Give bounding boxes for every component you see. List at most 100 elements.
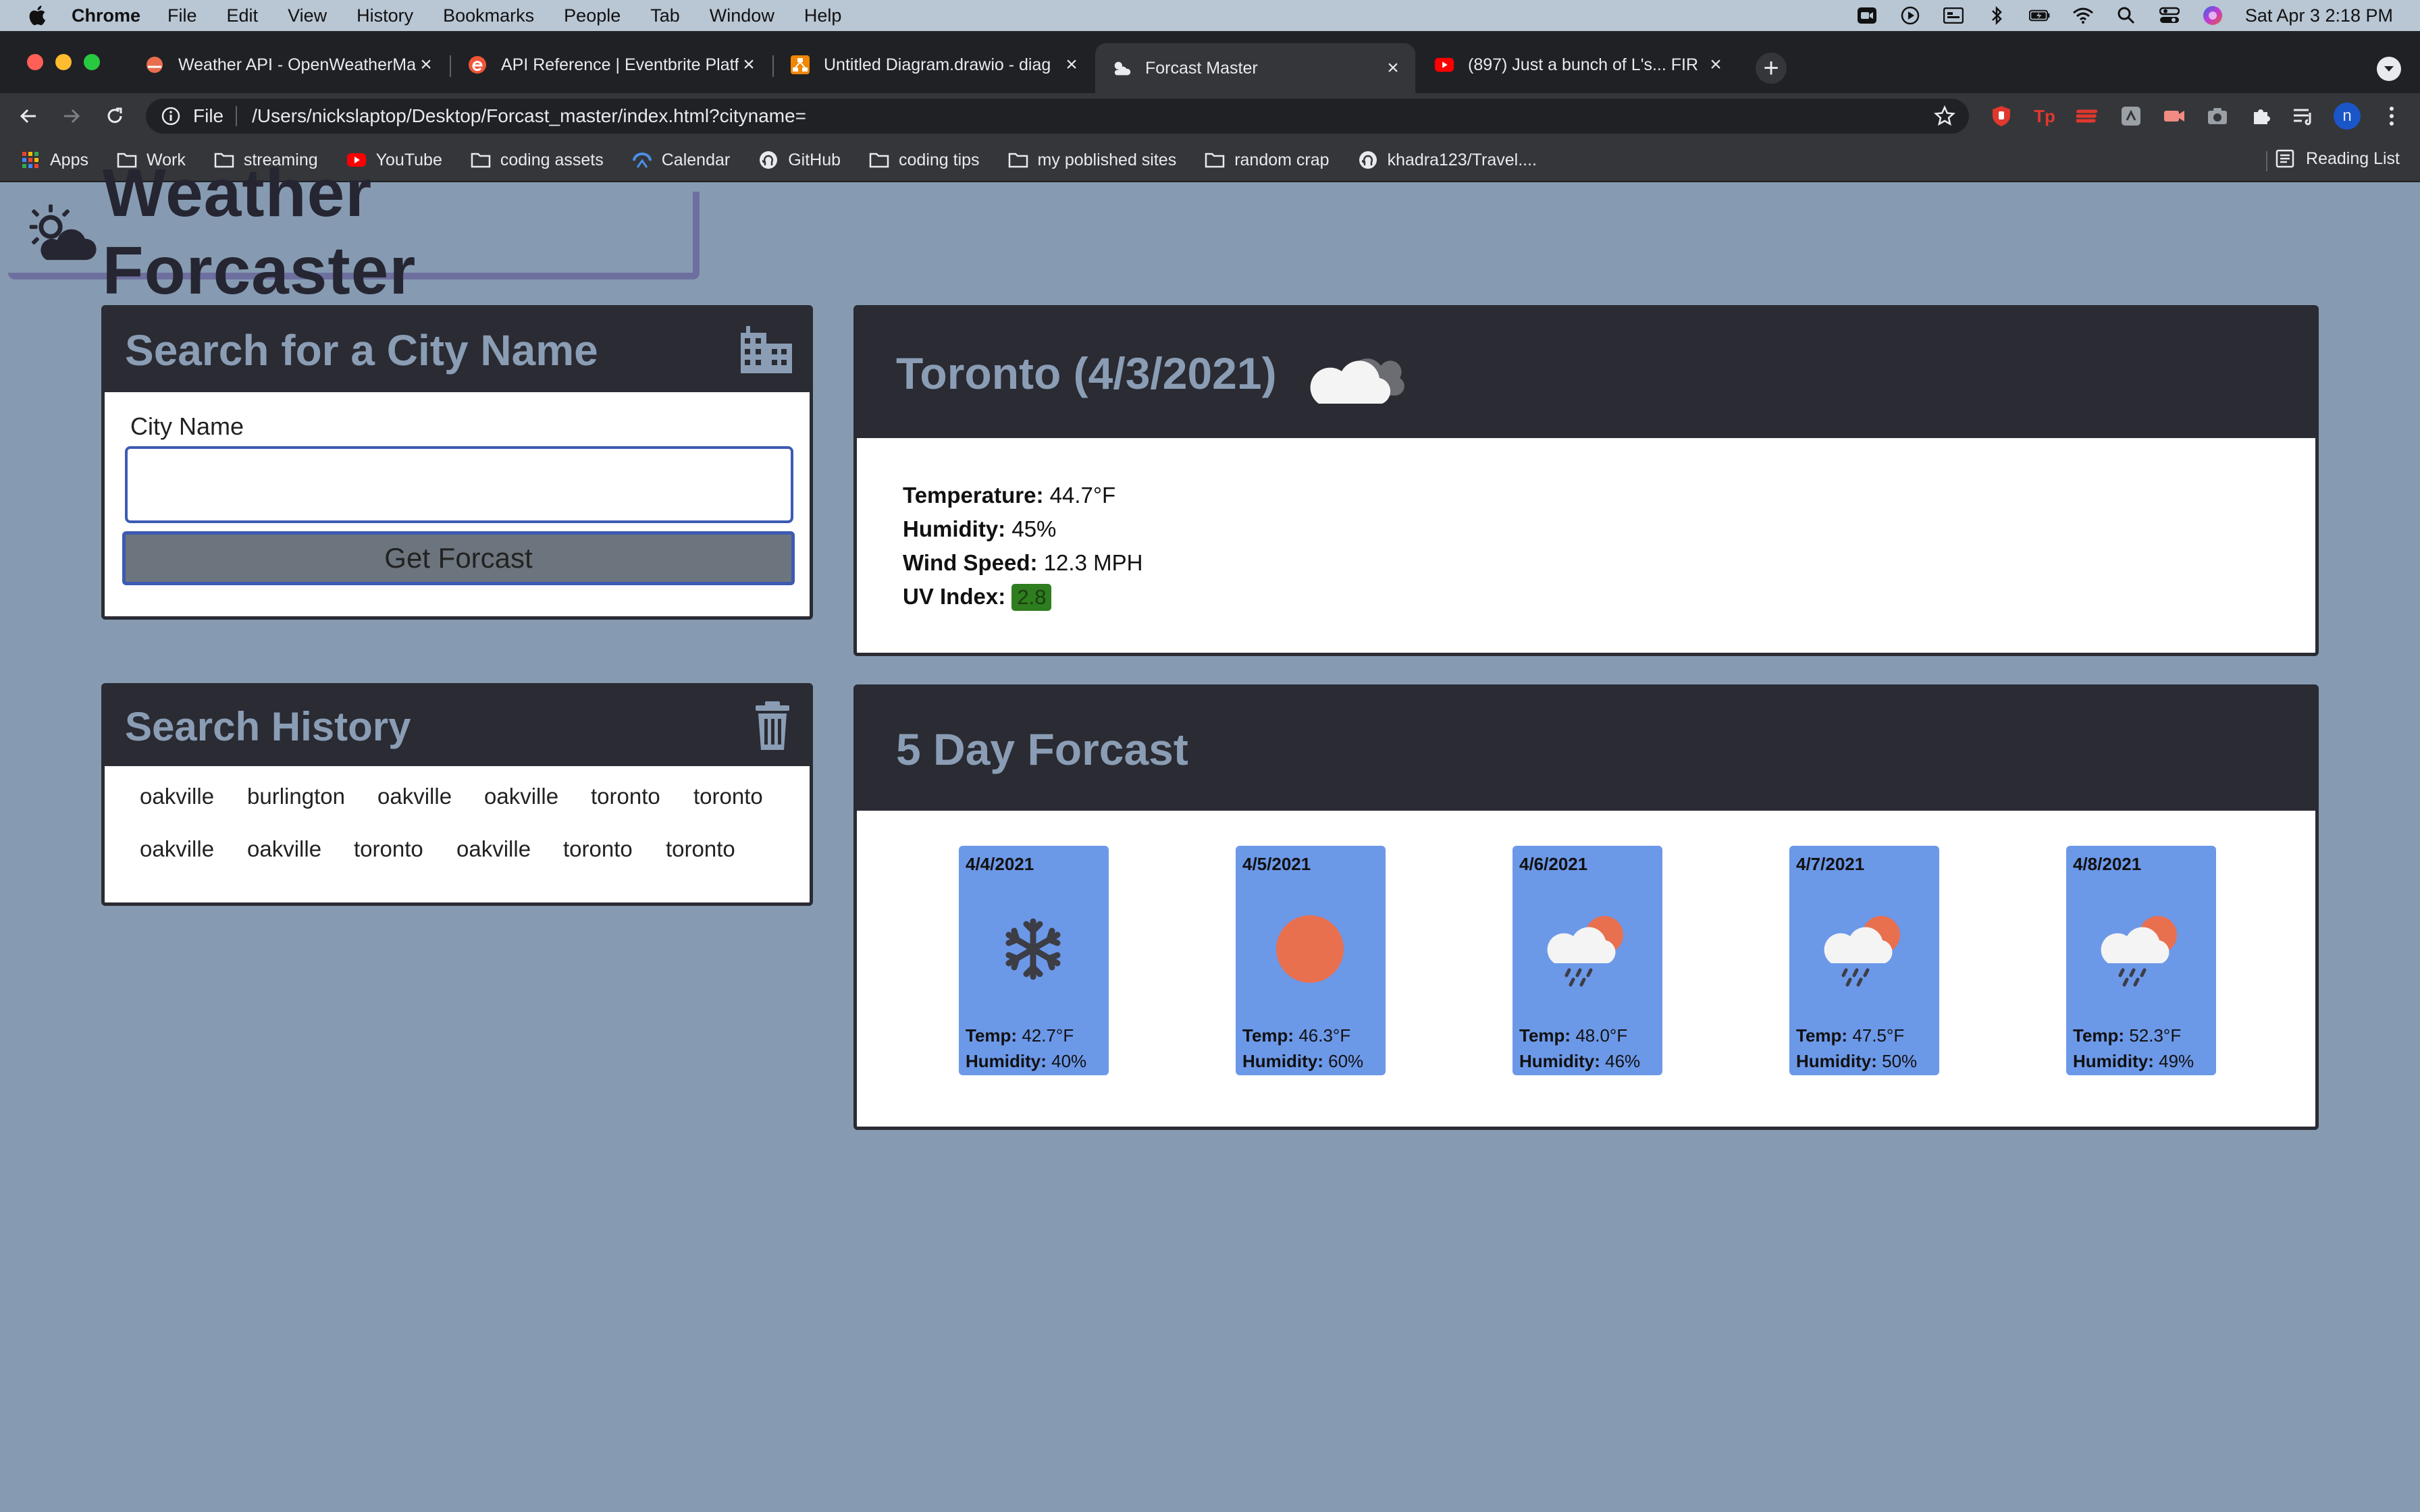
forecast-date: 4/4/2021 <box>966 854 1034 874</box>
url-text[interactable]: /Users/nickslaptop/Desktop/Forcast_maste… <box>252 105 806 127</box>
bluetooth-icon[interactable] <box>1986 5 2007 26</box>
forecast-humidity-label: Humidity: <box>2073 1051 2154 1071</box>
chrome-menu-kebab-icon[interactable] <box>2379 104 2404 128</box>
drawio-icon <box>790 55 810 75</box>
forward-button[interactable] <box>58 103 85 130</box>
bookmark-published-sites[interactable]: my poblished sites <box>1008 151 1176 170</box>
siri-icon[interactable] <box>2202 5 2224 26</box>
browser-tab-forcast-master[interactable]: Forcast Master × <box>1095 43 1415 93</box>
battery-icon[interactable] <box>2028 5 2051 26</box>
close-window-button[interactable] <box>27 54 43 70</box>
menu-file[interactable]: File <box>167 5 197 26</box>
apple-logo-icon[interactable] <box>27 4 50 27</box>
reading-list-icon <box>2276 149 2294 168</box>
menu-tab[interactable]: Tab <box>650 5 680 26</box>
history-item[interactable]: oakville <box>122 784 230 809</box>
search-panel-header: Search for a City Name <box>105 308 810 392</box>
menu-people[interactable]: People <box>564 5 621 26</box>
extensions-puzzle-icon[interactable] <box>2248 104 2273 128</box>
weather-app-page: Weather Forcaster Search for a City Name <box>0 155 2420 1512</box>
forecast-humidity: 49% <box>2159 1051 2194 1071</box>
close-tab-icon[interactable]: × <box>1061 53 1082 76</box>
forecast-temp-label: Temp: <box>2073 1025 2125 1046</box>
extension-stack-icon[interactable] <box>2076 104 2100 128</box>
extension-camera-icon[interactable] <box>2205 104 2230 128</box>
openweather-icon <box>144 55 165 75</box>
menu-edit[interactable]: Edit <box>227 5 259 26</box>
app-title: Weather Forcaster <box>102 155 417 308</box>
bookmark-khadra-travel[interactable]: khadra123/Travel.... <box>1358 151 1537 170</box>
bookmark-random-crap[interactable]: random crap <box>1205 151 1330 170</box>
rain-sun-cloud-icon <box>2101 916 2177 987</box>
history-item[interactable]: toronto <box>648 836 749 862</box>
trash-icon[interactable] <box>749 701 796 751</box>
bookmark-apps[interactable]: Apps <box>20 151 88 170</box>
chevron-down-icon <box>2384 66 2394 72</box>
close-tab-icon[interactable]: × <box>1706 53 1726 76</box>
history-item[interactable]: toronto <box>573 784 676 809</box>
bookmark-github[interactable]: GitHub <box>758 151 841 170</box>
close-tab-icon[interactable]: × <box>1383 57 1403 79</box>
humidity-label: Humidity: <box>903 516 1006 541</box>
reading-list-button[interactable]: Reading List <box>2275 148 2400 169</box>
browser-tab-eventbrite[interactable]: API Reference | Eventbrite Platf × <box>451 45 771 85</box>
menu-window[interactable]: Window <box>710 5 774 26</box>
spotlight-search-icon[interactable] <box>2115 5 2137 26</box>
city-name-input[interactable] <box>125 446 793 523</box>
menu-help[interactable]: Help <box>804 5 842 26</box>
search-heading: Search for a City Name <box>125 326 598 375</box>
forecast-humidity: 60% <box>1328 1051 1364 1071</box>
video-camera-icon[interactable] <box>1856 5 1878 26</box>
new-tab-button[interactable]: + <box>1756 53 1787 84</box>
play-circle-icon[interactable] <box>1899 5 1921 26</box>
reload-button[interactable] <box>101 103 128 130</box>
history-item[interactable]: oakville <box>439 836 546 862</box>
browser-tab-openweather[interactable]: Weather API - OpenWeatherMa × <box>128 45 448 85</box>
history-item[interactable]: oakville <box>230 836 336 862</box>
city-buildings-icon <box>741 326 792 373</box>
reload-icon <box>107 107 122 124</box>
status-area: Sat Apr 3 2:18 PM <box>1856 0 2420 31</box>
cast-screen-icon[interactable] <box>1943 5 1964 26</box>
media-controls-icon[interactable] <box>2292 104 2316 128</box>
extension-video-icon[interactable] <box>2162 104 2186 128</box>
history-item[interactable]: burlington <box>230 784 360 809</box>
forecast-humidity-row: Humidity: 50% <box>1796 1051 1917 1072</box>
menu-view[interactable]: View <box>288 5 327 26</box>
history-item[interactable]: oakville <box>122 836 230 862</box>
bookmark-star-icon[interactable] <box>1934 105 1955 127</box>
history-item[interactable]: toronto <box>676 784 777 809</box>
address-bar[interactable]: File /Users/nickslaptop/Desktop/Forcast_… <box>146 99 1969 134</box>
youtube-icon <box>1434 55 1454 75</box>
minimize-window-button[interactable] <box>55 54 72 70</box>
history-item[interactable]: oakville <box>467 784 573 809</box>
history-item[interactable]: oakville <box>360 784 467 809</box>
menubar-clock[interactable]: Sat Apr 3 2:18 PM <box>2245 5 2393 26</box>
history-item[interactable]: toronto <box>336 836 439 862</box>
forecast-card: 4/8/2021 Temp: 52.3°F Humidity: 49% <box>2066 846 2216 1075</box>
extension-tp-icon[interactable]: Tp <box>2032 104 2057 128</box>
back-button[interactable] <box>15 103 42 130</box>
tab-search-button[interactable] <box>2377 57 2401 81</box>
browser-tab-youtube[interactable]: (897) Just a bunch of L's... FIR × <box>1418 45 1738 85</box>
wifi-icon[interactable] <box>2072 5 2094 26</box>
history-item[interactable]: toronto <box>546 836 648 862</box>
zoom-window-button[interactable] <box>84 54 100 70</box>
get-forcast-button[interactable]: Get Forcast <box>122 531 795 585</box>
control-center-icon[interactable] <box>2159 5 2180 26</box>
forecast-temp-label: Temp: <box>1519 1025 1571 1046</box>
menu-history[interactable]: History <box>357 5 413 26</box>
profile-avatar[interactable]: n <box>2334 103 2361 130</box>
menu-app-name[interactable]: Chrome <box>72 5 140 26</box>
tab-title: Forcast Master <box>1145 58 1258 78</box>
extension-shield-icon[interactable] <box>1989 104 2014 128</box>
bookmark-coding-tips[interactable]: coding tips <box>869 151 980 170</box>
close-tab-icon[interactable]: × <box>416 53 436 76</box>
forecast-temp: 48.0°F <box>1575 1025 1628 1046</box>
menu-bookmarks[interactable]: Bookmarks <box>443 5 534 26</box>
close-tab-icon[interactable]: × <box>739 53 759 76</box>
forecast-temp: 47.5°F <box>1852 1025 1905 1046</box>
info-icon[interactable] <box>161 106 181 126</box>
extension-box-icon[interactable] <box>2119 104 2143 128</box>
browser-tab-drawio[interactable]: Untitled Diagram.drawio - diag × <box>774 45 1094 85</box>
